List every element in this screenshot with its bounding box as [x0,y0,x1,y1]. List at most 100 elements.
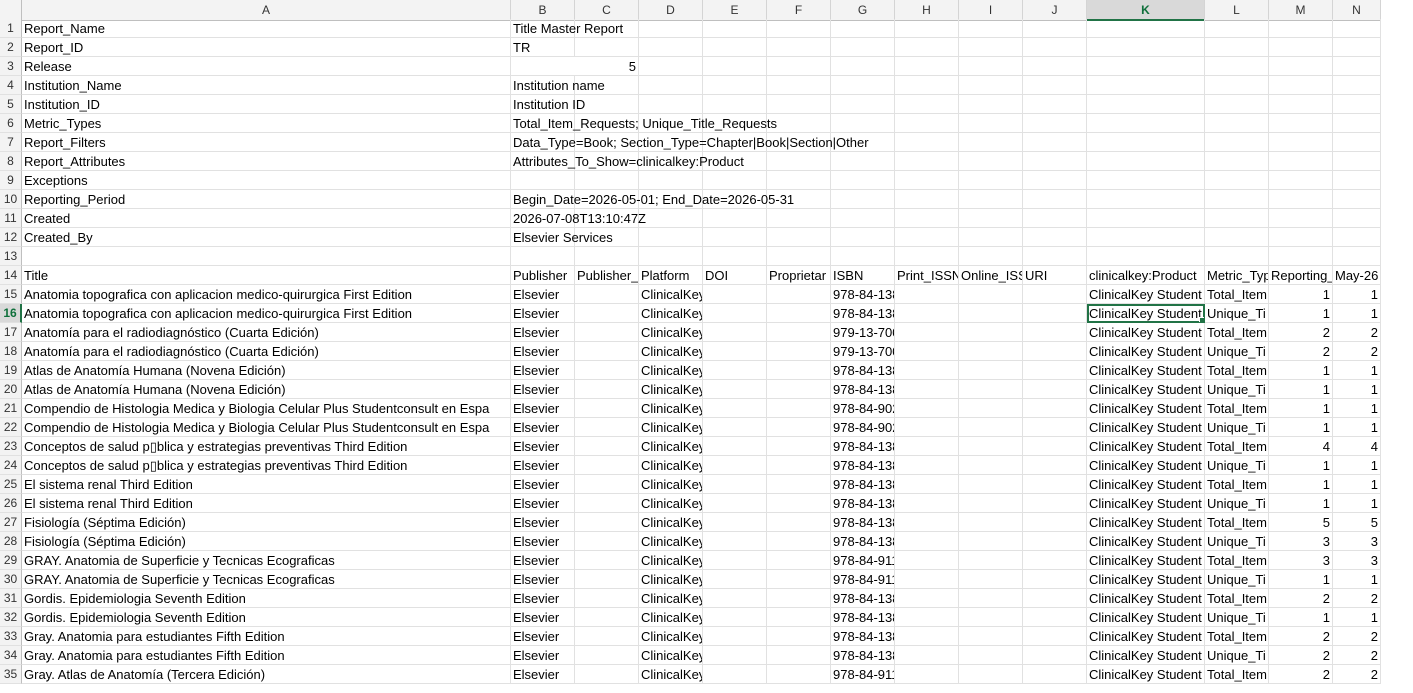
column-header-g[interactable]: G [831,0,895,21]
cell-empty[interactable] [1205,247,1269,266]
cell-empty[interactable] [1087,228,1205,247]
cell-empty[interactable] [767,323,831,342]
cell-empty[interactable] [703,418,767,437]
cell-empty[interactable] [1269,38,1333,57]
cell-empty[interactable] [1023,513,1087,532]
cell-empty[interactable] [767,171,831,190]
cell-empty[interactable] [1087,133,1205,152]
title-cell[interactable]: Conceptos de salud p▯blica y estrategias… [22,437,511,456]
select-all-corner[interactable] [0,0,22,21]
cell-empty[interactable] [1205,38,1269,57]
cell-empty[interactable] [575,361,639,380]
month-value-cell[interactable]: 1 [1333,304,1381,323]
column-header-n[interactable]: N [1333,0,1381,21]
cell-empty[interactable] [767,76,831,95]
column-header-l[interactable]: L [1205,0,1269,21]
cell-empty[interactable] [895,76,959,95]
cell-empty[interactable] [959,38,1023,57]
cell-empty[interactable] [703,551,767,570]
product-cell[interactable]: ClinicalKey Student [1087,627,1205,646]
row-header[interactable]: 21 [0,399,22,418]
cell-a[interactable]: Release [22,57,511,76]
metric-type-cell[interactable]: Unique_Ti [1205,456,1269,475]
cell-empty[interactable] [1333,133,1381,152]
cell-empty[interactable] [1023,285,1087,304]
platform-cell[interactable]: ClinicalKey [639,418,703,437]
cell-empty[interactable] [767,456,831,475]
cell-empty[interactable] [959,361,1023,380]
cell-b[interactable]: Attributes_To_Show=clinicalkey:Product [511,152,744,171]
reporting-total-cell[interactable]: 2 [1269,646,1333,665]
cell-empty[interactable] [1023,152,1087,171]
cell-b[interactable]: Title Master Report [511,19,623,38]
cell-empty[interactable] [1023,76,1087,95]
isbn-cell[interactable]: 978-84-1382-777-3 [831,608,895,627]
cell-empty[interactable] [895,209,959,228]
cell-empty[interactable] [703,665,767,684]
platform-cell[interactable]: ClinicalKey [639,342,703,361]
cell-empty[interactable] [1087,57,1205,76]
publisher-cell[interactable]: Elsevier [511,513,575,532]
publisher-cell[interactable]: Elsevier [511,551,575,570]
row-header[interactable]: 33 [0,627,22,646]
platform-cell[interactable]: ClinicalKey [639,304,703,323]
cell-empty[interactable] [575,418,639,437]
publisher-cell[interactable]: Elsevier [511,532,575,551]
cell-empty[interactable] [703,361,767,380]
publisher-cell[interactable]: Elsevier [511,589,575,608]
cell-empty[interactable] [895,38,959,57]
row-header[interactable]: 6 [0,114,22,133]
cell-empty[interactable] [575,665,639,684]
month-value-cell[interactable]: 2 [1333,646,1381,665]
title-cell[interactable]: Anatomia topografica con aplicacion medi… [22,304,511,323]
title-cell[interactable]: Anatomía para el radiodiagnóstico (Cuart… [22,342,511,361]
metric-type-cell[interactable]: Total_Item [1205,323,1269,342]
month-value-cell[interactable]: 2 [1333,627,1381,646]
cell-empty[interactable] [895,361,959,380]
column-header-b[interactable]: B [511,0,575,21]
isbn-cell[interactable]: 978-84-1382-033-0 [831,380,895,399]
cell-empty[interactable] [639,228,703,247]
title-cell[interactable]: El sistema renal Third Edition [22,475,511,494]
cell-empty[interactable] [1205,152,1269,171]
cell-empty[interactable] [1023,437,1087,456]
cell-empty[interactable] [1023,247,1087,266]
cell-empty[interactable] [959,190,1023,209]
cell-empty[interactable] [895,627,959,646]
cell-empty[interactable] [767,152,831,171]
reporting-total-cell[interactable]: 2 [1269,342,1333,361]
header-cell-3[interactable]: Publisher_ [575,266,639,285]
column-header-a[interactable]: A [22,0,511,21]
cell-empty[interactable] [1333,190,1381,209]
reporting-total-cell[interactable]: 1 [1269,380,1333,399]
reporting-total-cell[interactable]: 3 [1269,532,1333,551]
isbn-cell[interactable]: 978-84-9022-881-4 [831,399,895,418]
cell-empty[interactable] [895,114,959,133]
cell-empty[interactable] [575,627,639,646]
row-header[interactable]: 23 [0,437,22,456]
cell-empty[interactable] [1087,76,1205,95]
month-value-cell[interactable]: 1 [1333,608,1381,627]
header-cell-7[interactable]: ISBN [831,266,895,285]
cell-empty[interactable] [575,171,639,190]
cell-empty[interactable] [895,57,959,76]
cell-empty[interactable] [639,171,703,190]
cell-b[interactable] [511,171,575,190]
cell-empty[interactable] [1333,114,1381,133]
column-header-m[interactable]: M [1269,0,1333,21]
platform-cell[interactable]: ClinicalKey [639,399,703,418]
publisher-cell[interactable]: Elsevier [511,304,575,323]
cell-empty[interactable] [895,342,959,361]
month-value-cell[interactable]: 1 [1333,570,1381,589]
column-header-e[interactable]: E [703,0,767,21]
cell-empty[interactable] [895,19,959,38]
header-cell-13[interactable]: Reporting_ [1269,266,1333,285]
cell-empty[interactable] [1205,19,1269,38]
cell-empty[interactable] [959,532,1023,551]
title-cell[interactable]: Compendio de Histologia Medica y Biologi… [22,418,511,437]
platform-cell[interactable]: ClinicalKey [639,608,703,627]
cell-empty[interactable] [959,342,1023,361]
cell-empty[interactable] [767,494,831,513]
product-cell[interactable]: ClinicalKey Student [1087,304,1205,323]
cell-empty[interactable] [895,190,959,209]
